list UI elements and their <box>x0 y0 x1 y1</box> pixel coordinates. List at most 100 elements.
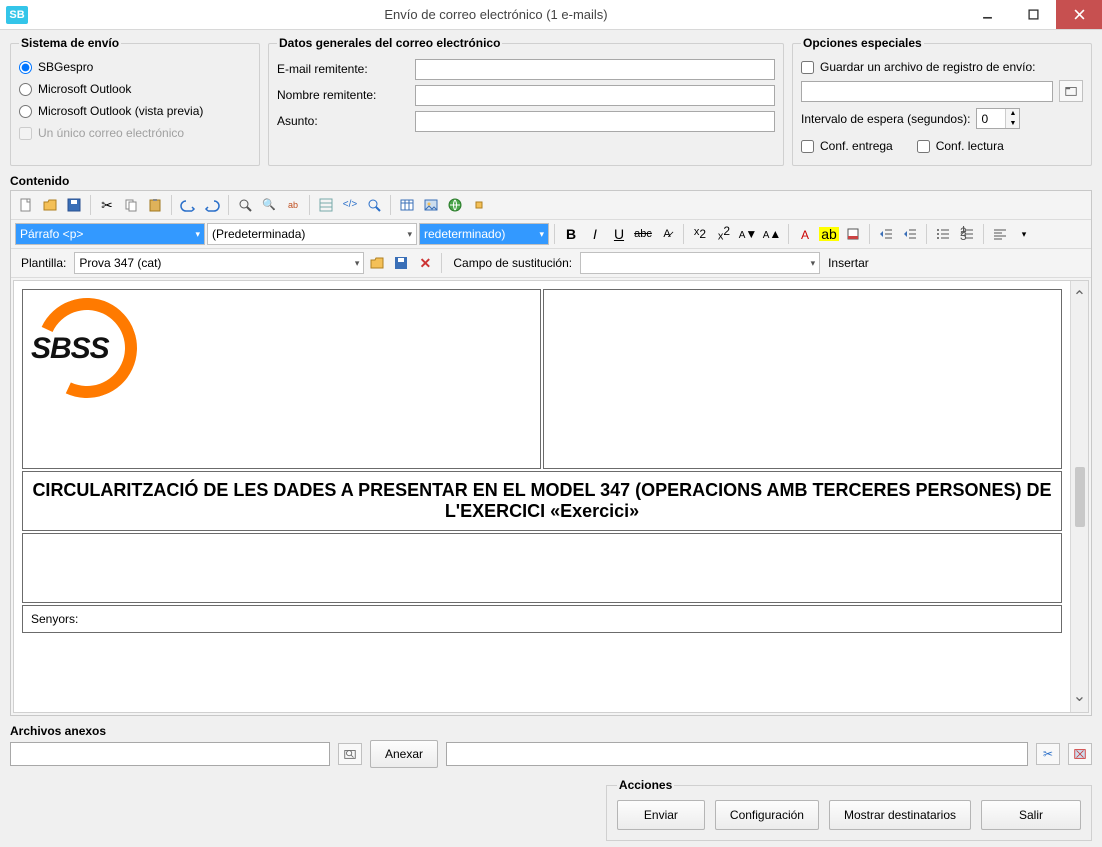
paste-icon[interactable] <box>144 194 166 216</box>
input-sender-email[interactable] <box>415 59 775 80</box>
subscript-icon[interactable]: x2 <box>689 223 711 245</box>
table-icon[interactable] <box>396 194 418 216</box>
check-save-log[interactable]: Guardar un archivo de registro de envío: <box>801 56 1083 78</box>
italic-icon[interactable]: I <box>584 223 606 245</box>
combo-paragraph[interactable]: Párrafo <p> <box>15 223 205 245</box>
font-decrease-icon[interactable]: A▼ <box>737 223 759 245</box>
browse-log-button[interactable] <box>1059 80 1083 102</box>
remove-attachment-button[interactable]: ✂ <box>1036 743 1060 765</box>
undo-icon[interactable] <box>177 194 199 216</box>
panel-general: Datos generales del correo electrónico E… <box>268 36 784 166</box>
replace-text-icon[interactable]: ab <box>282 194 304 216</box>
panel-send-system: Sistema de envío SBGespro Microsoft Outl… <box>10 36 260 166</box>
superscript-icon[interactable]: x2 <box>713 223 735 245</box>
editor-canvas[interactable]: SBSS CIRCULARITZACIÓ DE LES DADES A PRES… <box>14 281 1070 712</box>
scroll-up-icon[interactable]: ⌃ <box>1073 287 1086 307</box>
align-left-icon[interactable] <box>989 223 1011 245</box>
combo-template[interactable]: Prova 347 (cat) <box>74 252 364 274</box>
radio-outlook-preview[interactable]: Microsoft Outlook (vista previa) <box>19 100 251 122</box>
strike-icon[interactable]: abc <box>632 223 654 245</box>
spinner-up[interactable]: ▲ <box>1006 109 1019 119</box>
browse-attachment-button[interactable] <box>338 743 362 765</box>
html-source-icon[interactable]: </> <box>339 194 361 216</box>
anchor-icon[interactable] <box>468 194 490 216</box>
background-color-icon[interactable] <box>842 223 864 245</box>
panel-special-legend: Opciones especiales <box>801 36 924 50</box>
insert-button[interactable]: Insertar <box>822 256 875 270</box>
check-save-log-input[interactable] <box>801 61 814 74</box>
minimize-button[interactable] <box>964 0 1010 29</box>
radio-outlook[interactable]: Microsoft Outlook <box>19 78 251 100</box>
window-title: Envío de correo electrónico (1 e-mails) <box>28 7 964 22</box>
scroll-down-icon[interactable]: ⌄ <box>1073 686 1086 706</box>
new-doc-icon[interactable] <box>15 194 37 216</box>
outdent-icon[interactable] <box>875 223 897 245</box>
label-sender-name: Nombre remitente: <box>277 88 407 102</box>
check-conf-entrega[interactable]: Conf. entrega <box>801 135 893 157</box>
template-delete-icon[interactable]: ✕ <box>414 252 436 274</box>
redo-icon[interactable] <box>201 194 223 216</box>
attachments-label: Archivos anexos <box>10 724 1092 738</box>
spinner-down[interactable]: ▼ <box>1006 119 1019 129</box>
check-conf-lectura-input[interactable] <box>917 140 930 153</box>
config-button[interactable]: Configuración <box>715 800 819 830</box>
highlight-icon[interactable]: ab <box>818 223 840 245</box>
scroll-thumb[interactable] <box>1075 467 1085 527</box>
template-open-icon[interactable] <box>366 252 388 274</box>
recipients-button[interactable]: Mostrar destinatarios <box>829 800 971 830</box>
combo-font-size[interactable]: redeterminado) <box>419 223 549 245</box>
check-conf-entrega-input[interactable] <box>801 140 814 153</box>
combo-substitution[interactable] <box>580 252 820 274</box>
combo-font-family[interactable]: (Predeterminada) <box>207 223 417 245</box>
indent-icon[interactable] <box>899 223 921 245</box>
radio-sbgespro[interactable]: SBGespro <box>19 56 251 78</box>
link-icon[interactable] <box>444 194 466 216</box>
template-save-icon[interactable] <box>390 252 412 274</box>
cut-icon[interactable]: ✂ <box>96 194 118 216</box>
toggle-grid-icon[interactable] <box>315 194 337 216</box>
maximize-button[interactable] <box>1010 0 1056 29</box>
attachment-list[interactable] <box>446 742 1028 766</box>
save-icon[interactable] <box>63 194 85 216</box>
more-icon[interactable]: ▾ <box>1013 223 1035 245</box>
input-subject[interactable] <box>415 111 775 132</box>
doc-logo-cell: SBSS <box>22 289 541 469</box>
attachment-view-button[interactable] <box>1068 743 1092 765</box>
font-increase-icon[interactable]: A▲ <box>761 223 783 245</box>
doc-empty-row <box>22 533 1062 603</box>
input-log-path[interactable] <box>801 81 1053 102</box>
check-conf-lectura[interactable]: Conf. lectura <box>917 135 1004 157</box>
panel-send-legend: Sistema de envío <box>19 36 121 50</box>
spinner-interval[interactable]: ▲▼ <box>976 108 1020 129</box>
input-sender-name[interactable] <box>415 85 775 106</box>
underline-icon[interactable]: U <box>608 223 630 245</box>
toolbar-main: ✂ 🔍 ab </> <box>11 191 1091 220</box>
radio-outlook-preview-input[interactable] <box>19 105 32 118</box>
radio-outlook-input[interactable] <box>19 83 32 96</box>
input-attachment-file[interactable] <box>10 742 330 766</box>
actions-legend: Acciones <box>617 778 674 792</box>
attach-button[interactable]: Anexar <box>370 740 438 768</box>
image-icon[interactable] <box>420 194 442 216</box>
open-icon[interactable] <box>39 194 61 216</box>
radio-sbgespro-input[interactable] <box>19 61 32 74</box>
editor-scrollbar[interactable]: ⌃ ⌄ <box>1070 281 1088 712</box>
bullet-list-icon[interactable] <box>932 223 954 245</box>
input-interval[interactable] <box>977 109 1005 128</box>
find-replace-icon[interactable]: 🔍 <box>258 194 280 216</box>
check-single-mail: Un único correo electrónico <box>19 122 251 144</box>
check-conf-lectura-label: Conf. lectura <box>936 139 1004 153</box>
label-subject: Asunto: <box>277 114 407 128</box>
exit-button[interactable]: Salir <box>981 800 1081 830</box>
remove-format-icon[interactable]: A̷ <box>656 223 678 245</box>
check-single-mail-input <box>19 127 32 140</box>
close-button[interactable] <box>1056 0 1102 29</box>
bold-icon[interactable]: B <box>560 223 582 245</box>
find-icon[interactable] <box>234 194 256 216</box>
preview-icon[interactable] <box>363 194 385 216</box>
number-list-icon[interactable]: 123 <box>956 223 978 245</box>
send-button[interactable]: Enviar <box>617 800 705 830</box>
copy-icon[interactable] <box>120 194 142 216</box>
check-save-log-label: Guardar un archivo de registro de envío: <box>820 60 1035 74</box>
font-color-icon[interactable]: A <box>794 223 816 245</box>
